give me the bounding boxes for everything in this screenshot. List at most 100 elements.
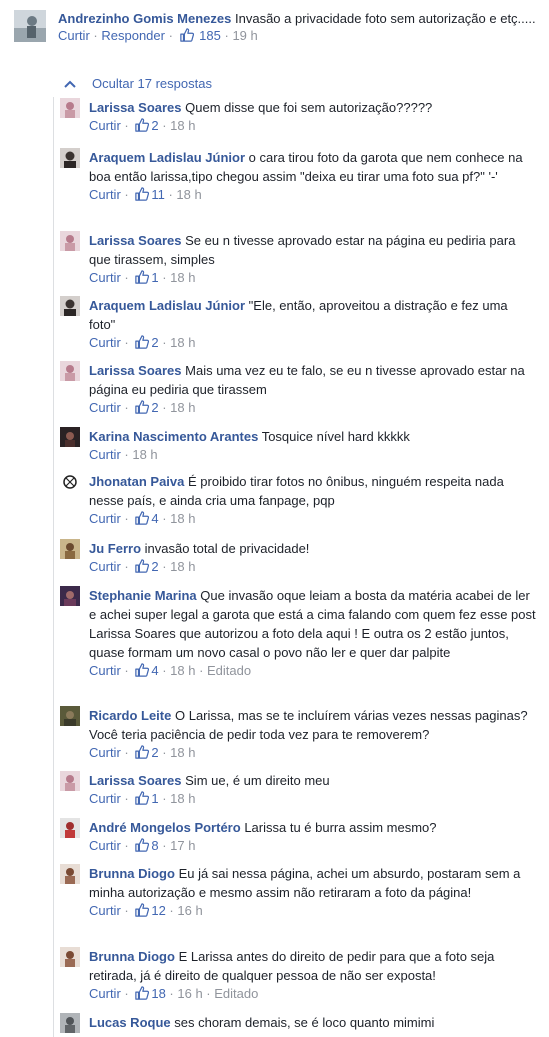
avatar[interactable] <box>60 472 80 492</box>
thumbs-up-icon <box>135 335 150 349</box>
like-count[interactable]: 4 <box>151 663 158 678</box>
thumbs-up-icon <box>135 559 150 573</box>
like-count[interactable]: 1 <box>151 791 158 806</box>
thumbs-up-icon <box>135 903 150 917</box>
comment-text: Larissa tu é burra assim mesmo? <box>244 820 437 835</box>
timestamp[interactable]: 16 h <box>177 986 202 1001</box>
thumbs-up-icon <box>135 791 150 805</box>
comment-author[interactable]: Larissa Soares <box>89 233 182 248</box>
comment-author[interactable]: Andrezinho Gomis Menezes <box>58 11 231 26</box>
comment-author[interactable]: Stephanie Marina <box>89 588 197 603</box>
thumbs-up-icon <box>135 838 150 852</box>
comment-text: Quem disse que foi sem autorização????? <box>185 100 433 115</box>
like-count[interactable]: 185 <box>199 28 221 43</box>
thumbs-up-icon <box>135 663 150 677</box>
timestamp[interactable]: 18 h <box>170 511 195 526</box>
thumbs-up-icon <box>179 28 194 42</box>
comment-author[interactable]: Brunna Diogo <box>89 866 175 881</box>
like-button[interactable]: Curtir <box>89 511 121 526</box>
avatar[interactable] <box>60 864 80 884</box>
avatar[interactable] <box>60 539 80 559</box>
like-button[interactable]: Curtir <box>89 903 121 918</box>
like-button[interactable]: Curtir <box>89 400 121 415</box>
like-button[interactable]: Curtir <box>89 986 121 1001</box>
avatar[interactable] <box>60 231 80 251</box>
like-count[interactable]: 2 <box>151 118 158 133</box>
edited-label[interactable]: Editado <box>214 986 258 1001</box>
like-count[interactable]: 12 <box>151 903 165 918</box>
thumbs-up-icon <box>135 400 150 414</box>
comment-author[interactable]: Larissa Soares <box>89 100 182 115</box>
comment-author[interactable]: Larissa Soares <box>89 363 182 378</box>
like-button[interactable]: Curtir <box>89 335 121 350</box>
like-count[interactable]: 1 <box>151 270 158 285</box>
thumbs-up-icon <box>135 270 150 284</box>
like-count[interactable]: 11 <box>151 187 165 202</box>
comment-author[interactable]: Brunna Diogo <box>89 949 175 964</box>
avatar[interactable] <box>60 771 80 791</box>
like-count[interactable]: 2 <box>151 400 158 415</box>
reply-button[interactable]: Responder <box>101 28 165 43</box>
like-button[interactable]: Curtir <box>89 663 121 678</box>
like-count[interactable]: 4 <box>151 511 158 526</box>
like-button[interactable]: Curtir <box>89 838 121 853</box>
like-button[interactable]: Curtir <box>89 791 121 806</box>
timestamp[interactable]: 18 h <box>132 447 157 462</box>
timestamp[interactable]: 18 h <box>170 559 195 574</box>
like-count[interactable]: 2 <box>151 335 158 350</box>
comment-text: invasão total de privacidade! <box>144 541 310 556</box>
timestamp[interactable]: 18 h <box>170 745 195 760</box>
avatar[interactable] <box>60 586 80 606</box>
chevron-up-icon <box>64 80 78 88</box>
comment-author[interactable]: Jhonatan Paiva <box>89 474 184 489</box>
avatar[interactable] <box>60 947 80 967</box>
avatar[interactable] <box>60 427 80 447</box>
like-button[interactable]: Curtir <box>89 447 121 462</box>
like-button[interactable]: Curtir <box>89 745 121 760</box>
like-button[interactable]: Curtir <box>89 187 121 202</box>
comment-author[interactable]: Ju Ferro <box>89 541 141 556</box>
avatar[interactable] <box>14 10 46 42</box>
edited-label[interactable]: Editado <box>207 663 251 678</box>
timestamp[interactable]: 18 h <box>170 335 195 350</box>
comment-text: Invasão a privacidade foto sem autorizaç… <box>235 11 536 26</box>
thumbs-up-icon <box>135 986 150 1000</box>
timestamp[interactable]: 18 h <box>170 118 195 133</box>
like-button[interactable]: Curtir <box>58 28 90 43</box>
timestamp[interactable]: 19 h <box>232 28 257 43</box>
timestamp[interactable]: 18 h <box>170 400 195 415</box>
comment-author[interactable]: Ricardo Leite <box>89 708 171 723</box>
timestamp[interactable]: 16 h <box>177 903 202 918</box>
timestamp[interactable]: 18 h <box>170 270 195 285</box>
avatar[interactable] <box>60 296 80 316</box>
timestamp[interactable]: 18 h <box>170 791 195 806</box>
avatar[interactable] <box>60 706 80 726</box>
hide-replies-button[interactable]: Ocultar 17 respostas <box>64 76 212 92</box>
like-button[interactable]: Curtir <box>89 118 121 133</box>
avatar[interactable] <box>60 361 80 381</box>
avatar[interactable] <box>60 148 80 168</box>
comment-author[interactable]: Araquem Ladislau Júnior <box>89 150 245 165</box>
avatar[interactable] <box>60 98 80 118</box>
comment-text: Tosquice nível hard kkkkk <box>261 429 410 444</box>
thumbs-up-icon <box>135 745 150 759</box>
comment-text: Sim ue, é um direito meu <box>185 773 330 788</box>
timestamp[interactable]: 18 h <box>176 187 201 202</box>
comment-author[interactable]: Karina Nascimento Arantes <box>89 429 258 444</box>
comment-author[interactable]: Larissa Soares <box>89 773 182 788</box>
like-count[interactable]: 8 <box>151 838 158 853</box>
like-button[interactable]: Curtir <box>89 270 121 285</box>
thumbs-up-icon <box>135 118 150 132</box>
avatar[interactable] <box>60 818 80 838</box>
like-count[interactable]: 18 <box>151 986 165 1001</box>
comment-author[interactable]: André Mongelos Portéro <box>89 820 241 835</box>
like-count[interactable]: 2 <box>151 745 158 760</box>
comment-author[interactable]: Araquem Ladislau Júnior <box>89 298 245 313</box>
timestamp[interactable]: 18 h <box>170 663 195 678</box>
timestamp[interactable]: 17 h <box>170 838 195 853</box>
avatar[interactable] <box>60 1013 80 1033</box>
thumbs-up-icon <box>135 511 150 525</box>
hide-replies-label: Ocultar 17 respostas <box>92 76 212 91</box>
like-button[interactable]: Curtir <box>89 559 121 574</box>
like-count[interactable]: 2 <box>151 559 158 574</box>
